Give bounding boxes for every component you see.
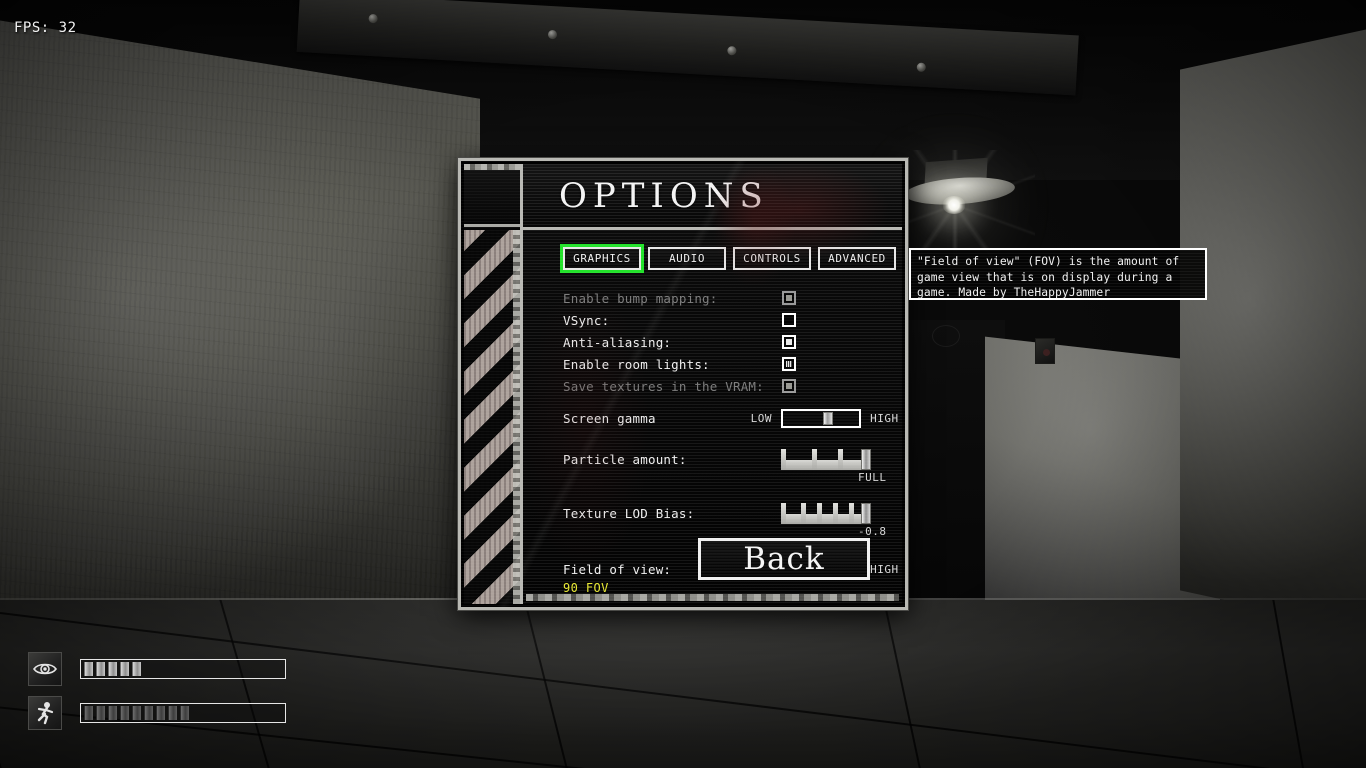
slider-value: FULL	[858, 471, 887, 484]
slider-notch	[833, 503, 839, 524]
fps-counter: FPS: 32	[14, 20, 77, 36]
dialog-bottom-strip	[526, 594, 899, 601]
lamp-bulb	[942, 196, 966, 214]
option-label: Enable room lights:	[563, 356, 710, 372]
slider-high-label: HIGH	[870, 563, 899, 576]
stepped-slider-track[interactable]	[781, 502, 872, 524]
stepped-slider-handle[interactable]	[861, 503, 872, 524]
meter-pip	[168, 706, 177, 720]
option-row: VSync:	[563, 309, 902, 331]
stepped-slider-handle[interactable]	[861, 449, 872, 470]
tab-label: ADVANCED	[828, 252, 886, 265]
tab-advanced[interactable]: ADVANCED	[818, 247, 896, 270]
tab-label: AUDIO	[668, 252, 706, 265]
checkbox-vsync[interactable]	[782, 313, 796, 327]
option-label: Anti-aliasing:	[563, 334, 672, 350]
stepped-slider-track[interactable]	[781, 448, 872, 470]
meter-pip	[108, 706, 117, 720]
option-label: Enable bump mapping:	[563, 290, 718, 306]
running-man-icon	[28, 696, 62, 730]
checkbox-enable-bump-mapping[interactable]	[782, 291, 796, 305]
slider-notch	[812, 449, 818, 470]
slider-notch	[781, 449, 787, 470]
tab-bar: GRAPHICS AUDIO CONTROLS ADVANCED	[523, 247, 902, 270]
wall-socket	[1035, 338, 1055, 364]
tab-controls[interactable]: CONTROLS	[733, 247, 811, 270]
beam-bolt	[368, 13, 378, 24]
slider-label: Screen gamma	[563, 411, 656, 426]
tooltip-line-3: game. Made by TheHappyJammer	[917, 286, 1111, 299]
meter-pip	[120, 706, 129, 720]
dialog-body: GRAPHICS AUDIO CONTROLS ADVANCED Enable bum…	[523, 230, 902, 604]
tab-graphics[interactable]: GRAPHICS	[563, 247, 641, 270]
meter-pip	[120, 662, 129, 676]
options-dialog: OPTIONS GRAPHICS AUDIO CONTROLS ADVANCED En…	[458, 158, 908, 610]
beam-bolt	[727, 45, 737, 56]
meter-pip	[96, 662, 105, 676]
tooltip-line-1: "Field of view" (FOV) is the amount of	[917, 255, 1180, 268]
slider-label: Particle amount:	[563, 451, 687, 467]
stepped-slider-base	[781, 460, 862, 470]
left-wall	[0, 17, 480, 670]
sidebar-top-plate	[464, 164, 520, 227]
stamina-meter-row	[28, 696, 286, 730]
slider-high-label: HIGH	[870, 412, 899, 425]
blink-meter-row	[28, 652, 286, 686]
tab-audio[interactable]: AUDIO	[648, 247, 726, 270]
tab-label: CONTROLS	[743, 252, 801, 265]
checkbox-save-textures-in-the-vram[interactable]	[782, 379, 796, 393]
option-row: Enable room lights:	[563, 353, 902, 375]
beam-bolt	[916, 62, 927, 73]
slider-row: Screen gamma LOW HIGH	[563, 409, 902, 428]
sidebar-rail	[513, 230, 520, 604]
meter-pip	[132, 662, 141, 676]
meter-pip	[132, 706, 141, 720]
slider-row: Particle amount:	[563, 448, 902, 470]
eye-icon	[28, 652, 62, 686]
tooltip-box: "Field of view" (FOV) is the amount of g…	[909, 248, 1207, 300]
beam-bolt	[547, 29, 558, 40]
wall-decal	[932, 325, 960, 347]
game-screen: FPS: 32 OPTIONS GRAPHICS AUDIO CONTROLS …	[0, 0, 1366, 768]
option-label: VSync:	[563, 312, 610, 328]
meter-pip	[96, 706, 105, 720]
hazard-stripes	[464, 230, 520, 604]
right-wall	[1180, 20, 1366, 640]
slider-handle[interactable]	[822, 412, 833, 425]
option-row: Anti-aliasing:	[563, 331, 902, 353]
meter-pip	[84, 706, 93, 720]
tooltip-line-2: game view that is on display during a	[917, 270, 1173, 284]
slider-row: Texture LOD Bias:	[563, 502, 902, 524]
meter-pip	[84, 662, 93, 676]
slider-notch	[838, 449, 844, 470]
meter-pip	[180, 706, 189, 720]
checkbox-anti-aliasing[interactable]	[782, 335, 796, 349]
page-title: OPTIONS	[559, 175, 769, 216]
checkbox-enable-room-lights[interactable]	[782, 357, 796, 371]
blink-meter-bar	[80, 659, 286, 679]
stamina-meter-bar	[80, 703, 286, 723]
option-row: Save textures in the VRAM:	[563, 375, 902, 397]
slider-track[interactable]	[780, 409, 862, 428]
fov-value: 90 FOV	[563, 581, 609, 595]
slider-label: Texture LOD Bias:	[563, 505, 695, 521]
slider-notch	[817, 503, 823, 524]
slider-low-label: LOW	[750, 412, 772, 425]
option-row: Enable bump mapping:	[563, 287, 902, 309]
meter-pip	[144, 706, 153, 720]
slider-value: -0.8	[858, 525, 887, 538]
meter-pip	[108, 662, 117, 676]
slider-notch	[781, 503, 787, 524]
option-label: Save textures in the VRAM:	[563, 378, 764, 394]
dialog-header: OPTIONS	[523, 164, 902, 230]
back-button[interactable]: Back	[698, 538, 870, 580]
meter-pip	[156, 706, 165, 720]
slider-notch	[801, 503, 807, 524]
slider-notch	[849, 503, 855, 524]
dialog-hazard-sidebar	[464, 164, 523, 604]
player-status-hud	[28, 652, 286, 740]
tab-label: GRAPHICS	[573, 252, 631, 265]
